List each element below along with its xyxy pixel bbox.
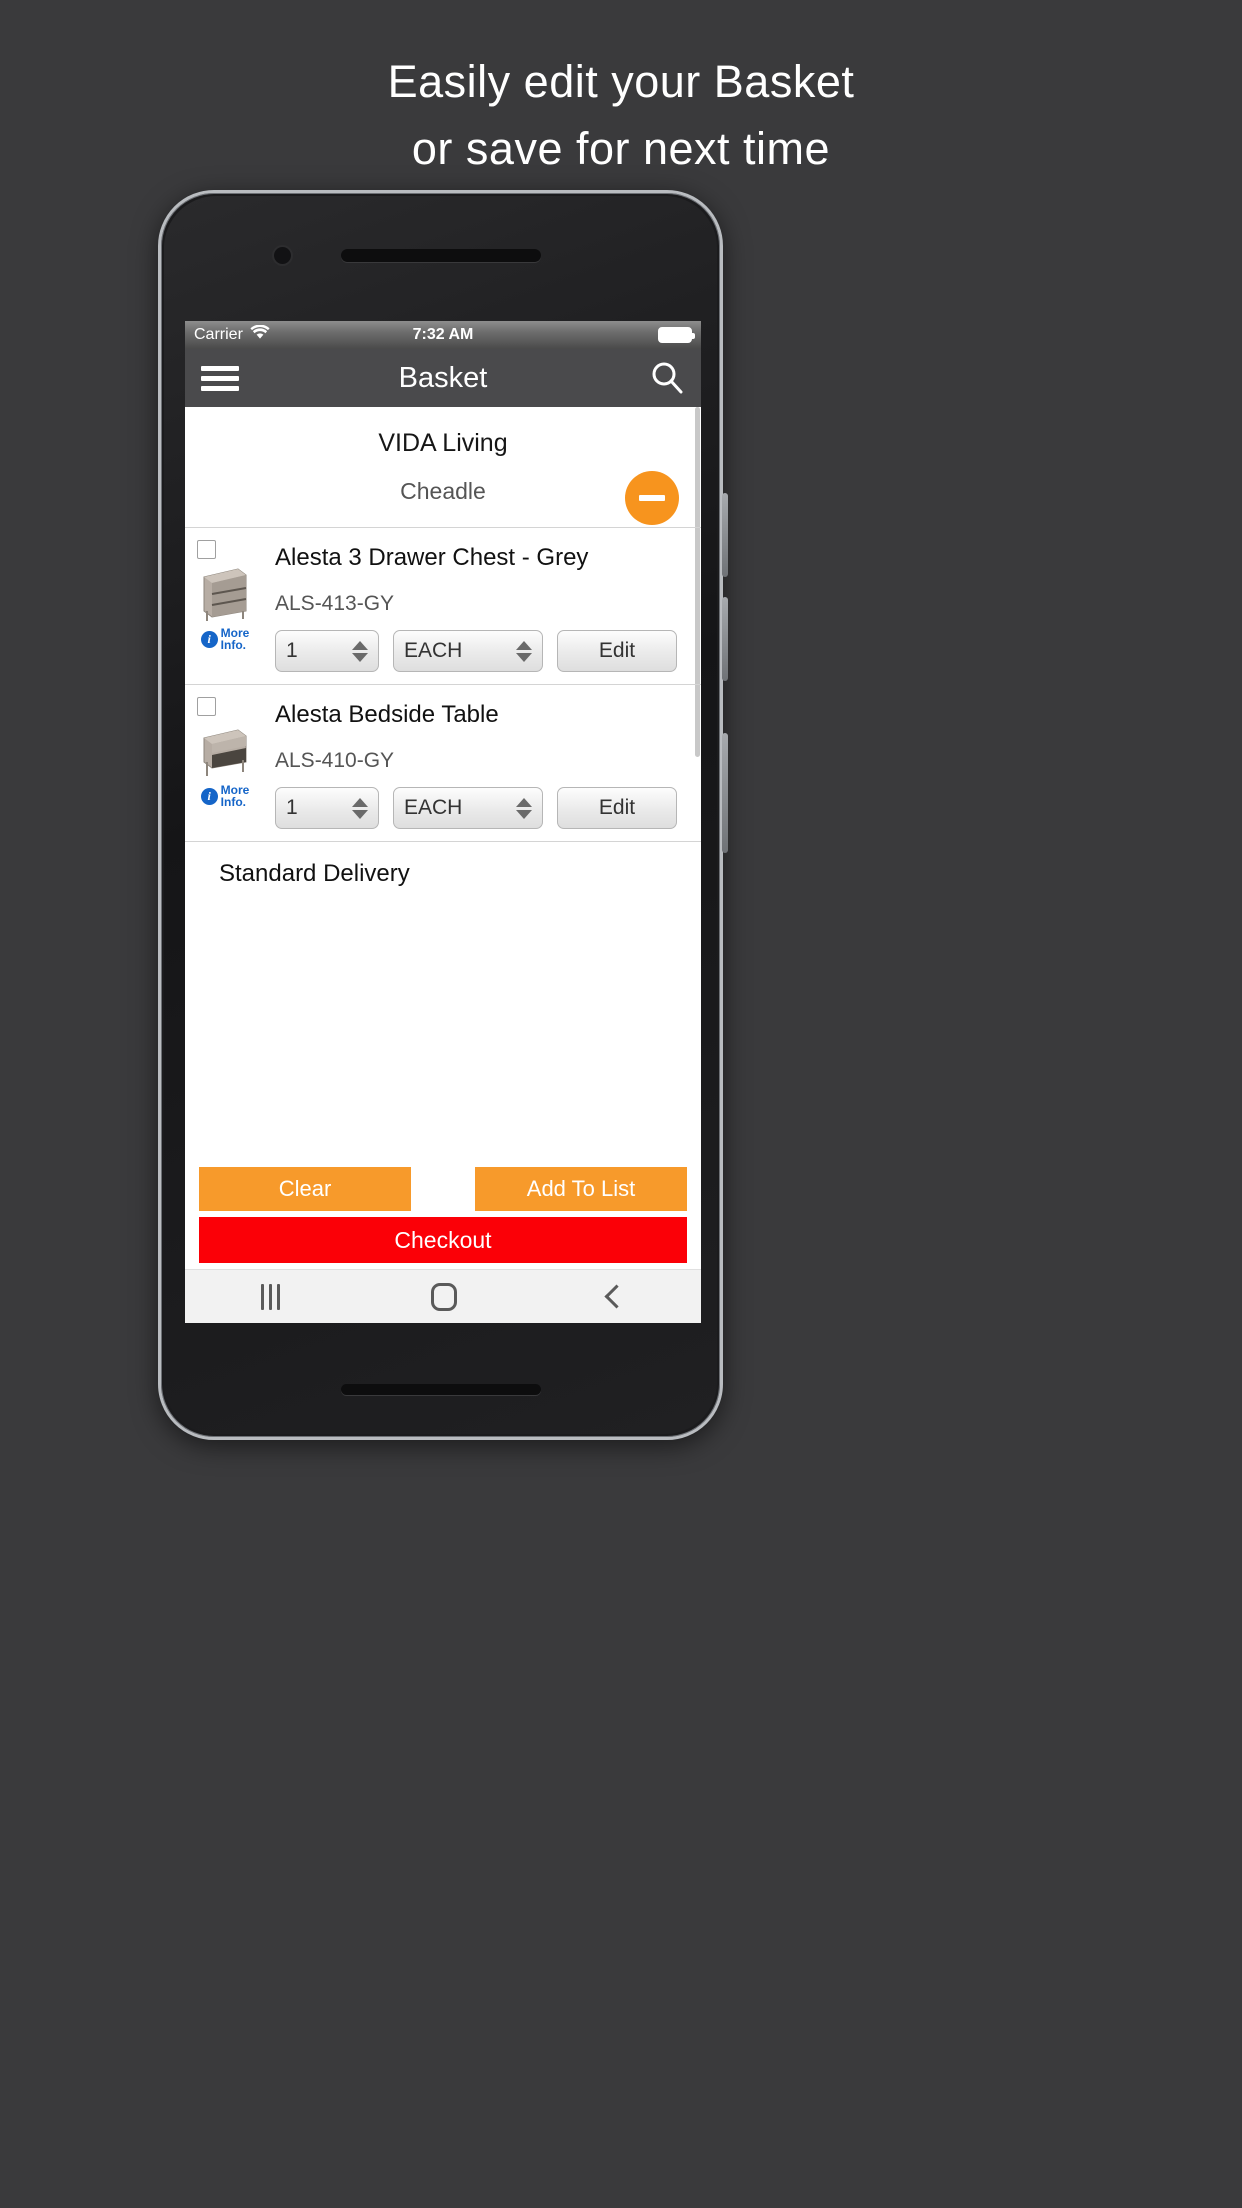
item-media-column: i More Info. <box>195 540 255 651</box>
more-info-line-2: Info. <box>220 795 246 809</box>
bedside-table-thumbnail <box>203 729 247 776</box>
unit-of-measure-value: EACH <box>404 796 463 819</box>
footer-secondary-actions: Clear Add To List <box>199 1167 687 1211</box>
chevron-down-icon <box>516 809 532 819</box>
android-navigation-bar <box>185 1269 701 1323</box>
supplier-branch: Cheadle <box>400 478 486 504</box>
app-bar: Basket <box>185 349 701 407</box>
earpiece-speaker <box>340 249 541 262</box>
phone-device-frame: Carrier 7:32 AM Basket VIDA Living Chead… <box>158 190 728 1440</box>
more-info-label: More Info. <box>221 627 250 651</box>
item-sku: ALS-410-GY <box>275 749 395 772</box>
basket-item-row[interactable]: i More Info. Alesta Bedside Table ALS-41… <box>185 684 701 841</box>
unit-of-measure-value: EACH <box>404 639 463 662</box>
more-info-link[interactable]: i More Info. <box>200 784 250 808</box>
item-select-checkbox[interactable] <box>197 540 216 559</box>
basket-content[interactable]: VIDA Living Cheadle i More Info. Alesta … <box>185 407 701 1167</box>
checkout-button[interactable]: Checkout <box>199 1217 687 1263</box>
promo-headline-line-1: Easily edit your Basket <box>387 56 855 107</box>
item-title: Alesta 3 Drawer Chest - Grey <box>275 544 589 571</box>
battery-full-icon <box>658 327 695 343</box>
quantity-value: 1 <box>286 639 298 662</box>
chevron-up-icon <box>352 640 368 650</box>
chevron-down-icon <box>352 809 368 819</box>
basket-footer: Clear Add To List Checkout <box>185 1167 701 1269</box>
volume-down-button[interactable] <box>722 597 728 681</box>
stepper-arrows-icon[interactable] <box>516 797 532 819</box>
promo-headline-line-2: or save for next time <box>411 123 831 174</box>
promo-screenshot: Easily edit your Basket or save for next… <box>0 0 1242 2208</box>
item-sku: ALS-413-GY <box>275 592 395 615</box>
edit-item-button[interactable]: Edit <box>557 787 677 829</box>
item-details-column: Alesta 3 Drawer Chest - Grey ALS-413-GY … <box>275 544 691 672</box>
back-icon[interactable] <box>604 1284 629 1309</box>
stepper-arrows-icon[interactable] <box>516 640 532 662</box>
search-icon[interactable] <box>649 360 685 396</box>
unit-of-measure-select[interactable]: EACH <box>393 787 543 829</box>
chest-of-drawers-thumbnail <box>203 568 247 621</box>
basket-item-row[interactable]: i More Info. Alesta 3 Drawer Chest - Gre… <box>185 527 701 684</box>
stepper-arrows-icon[interactable] <box>352 797 368 819</box>
chevron-up-icon <box>352 797 368 807</box>
item-media-column: i More Info. <box>195 697 255 808</box>
item-details-column: Alesta Bedside Table ALS-410-GY 1 EACH E… <box>275 701 691 829</box>
item-controls: 1 EACH Edit <box>275 630 691 672</box>
chevron-down-icon <box>516 652 532 662</box>
minus-icon <box>639 495 665 501</box>
clear-basket-button[interactable]: Clear <box>199 1167 411 1211</box>
info-icon: i <box>200 787 218 805</box>
supplier-group-header: VIDA Living Cheadle <box>185 407 701 527</box>
promo-headline: Easily edit your Basket or save for next… <box>0 48 1242 182</box>
more-info-label: More Info. <box>221 784 250 808</box>
quantity-stepper[interactable]: 1 <box>275 787 379 829</box>
chevron-down-icon <box>352 652 368 662</box>
add-to-list-button[interactable]: Add To List <box>475 1167 687 1211</box>
recents-bar <box>260 1283 264 1310</box>
power-button[interactable] <box>722 733 728 853</box>
status-bar-clock: 7:32 AM <box>412 326 474 343</box>
item-title: Alesta Bedside Table <box>275 701 499 728</box>
phone-screen: Carrier 7:32 AM Basket VIDA Living Chead… <box>185 321 701 1323</box>
stepper-arrows-icon[interactable] <box>352 640 368 662</box>
unit-of-measure-select[interactable]: EACH <box>393 630 543 672</box>
edit-item-button[interactable]: Edit <box>557 630 677 672</box>
page-title: Basket <box>398 361 488 394</box>
chevron-up-icon <box>516 797 532 807</box>
front-camera-icon <box>274 247 291 264</box>
bottom-speaker <box>340 1384 541 1395</box>
status-bar: Carrier 7:32 AM <box>185 321 701 349</box>
recents-bar <box>268 1283 272 1310</box>
item-select-checkbox[interactable] <box>197 697 216 716</box>
item-controls: 1 EACH Edit <box>275 787 691 829</box>
quantity-value: 1 <box>286 796 298 819</box>
status-bar-right <box>658 327 695 343</box>
home-icon[interactable] <box>430 1282 457 1311</box>
chevron-up-icon <box>516 640 532 650</box>
quantity-stepper[interactable]: 1 <box>275 630 379 672</box>
info-icon: i <box>200 630 218 648</box>
recents-icon[interactable] <box>260 1283 280 1310</box>
volume-up-button[interactable] <box>722 493 728 577</box>
more-info-link[interactable]: i More Info. <box>200 627 250 651</box>
delivery-method-label: Standard Delivery <box>185 841 701 888</box>
collapse-group-button[interactable] <box>625 471 679 525</box>
more-info-line-2: Info. <box>220 638 246 652</box>
recents-bar <box>276 1283 280 1310</box>
supplier-name: VIDA Living <box>378 429 508 457</box>
